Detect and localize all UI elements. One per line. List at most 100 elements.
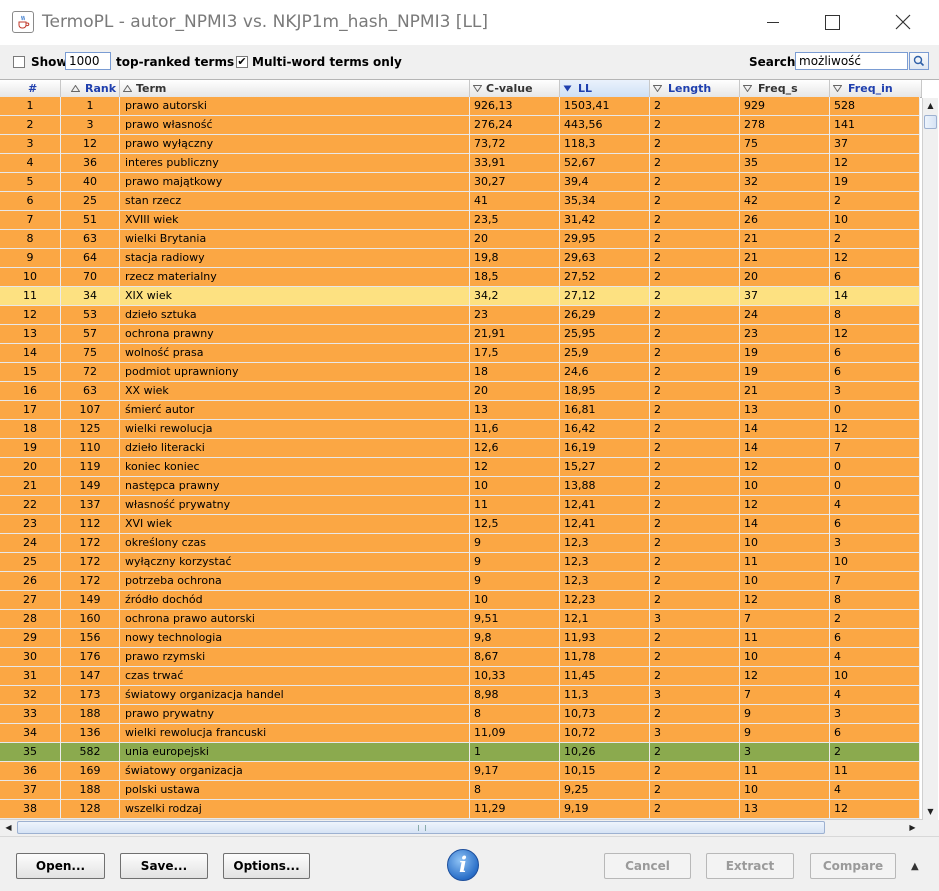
cell-ll: 11,45: [560, 667, 650, 686]
table-row[interactable]: 34 136 wielki rewolucja francuski 11,09 10,7…: [0, 724, 920, 743]
horizontal-scroll-thumb[interactable]: [17, 821, 825, 834]
table-row[interactable]: 22 137 własność prywatny 11 12,41 2 12 4: [0, 496, 920, 515]
table-row[interactable]: 32 173 światowy organizacja handel 8,98 11,3…: [0, 686, 920, 705]
table-row[interactable]: 36 169 światowy organizacja 9,17 10,15 2 11 11: [0, 762, 920, 781]
table-row[interactable]: 18 125 wielki rewolucja 11,6 16,42 2 14 12: [0, 420, 920, 439]
cell-term: źródło dochód: [120, 591, 470, 610]
cell-length: 2: [650, 325, 740, 344]
col-header-cvalue[interactable]: C-value: [470, 80, 560, 97]
sort-asc-icon: [123, 85, 132, 92]
options-button[interactable]: Options...: [223, 853, 310, 879]
cell-freq-in: 11: [830, 762, 920, 781]
cell-cvalue: 926,13: [470, 97, 560, 116]
vertical-scroll-thumb[interactable]: [924, 115, 937, 129]
cell-term: wielki rewolucja francuski: [120, 724, 470, 743]
cell-freq-in: 528: [830, 97, 920, 116]
table-row[interactable]: 14 75 wolność prasa 17,5 25,9 2 19 6: [0, 344, 920, 363]
cell-index: 17: [0, 401, 61, 420]
table-row[interactable]: 38 128 wszelki rodzaj 11,29 9,19 2 13 12: [0, 800, 920, 819]
table-row[interactable]: 19 110 dzieło literacki 12,6 16,19 2 14 7: [0, 439, 920, 458]
cancel-button[interactable]: Cancel: [604, 853, 691, 879]
cell-freq-in: 0: [830, 401, 920, 420]
col-header-freq-in[interactable]: Freq_in: [830, 80, 922, 97]
table-row[interactable]: 20 119 koniec koniec 12 15,27 2 12 0: [0, 458, 920, 477]
cell-freq-in: 10: [830, 667, 920, 686]
cell-freq-s: 929: [740, 97, 830, 116]
table-row[interactable]: 11 34 XIX wiek 34,2 27,12 2 37 14: [0, 287, 920, 306]
cell-ll: 10,73: [560, 705, 650, 724]
compare-button[interactable]: Compare: [810, 853, 896, 879]
open-button[interactable]: Open...: [16, 853, 105, 879]
col-header-ll[interactable]: LL: [560, 80, 650, 97]
table-row[interactable]: 24 172 określony czas 9 12,3 2 10 3: [0, 534, 920, 553]
scroll-right-arrow-icon[interactable]: ▶: [905, 820, 920, 836]
table-row[interactable]: 9 64 stacja radiowy 19,8 29,63 2 21 12: [0, 249, 920, 268]
vertical-scrollbar[interactable]: ▲ ▼: [922, 98, 938, 820]
table-row[interactable]: 15 72 podmiot uprawniony 18 24,6 2 19 6: [0, 363, 920, 382]
cell-length: 2: [650, 800, 740, 819]
cell-length: 2: [650, 287, 740, 306]
table-row[interactable]: 3 12 prawo wyłączny 73,72 118,3 2 75 37: [0, 135, 920, 154]
table-row[interactable]: 7 51 XVIII wiek 23,5 31,42 2 26 10: [0, 211, 920, 230]
save-button[interactable]: Save...: [120, 853, 208, 879]
cell-rank: 188: [61, 705, 120, 724]
cell-length: 2: [650, 667, 740, 686]
cell-freq-in: 19: [830, 173, 920, 192]
col-header-freq-s[interactable]: Freq_s: [740, 80, 830, 97]
cell-freq-in: 14: [830, 287, 920, 306]
table-row[interactable]: 10 70 rzecz materialny 18,5 27,52 2 20 6: [0, 268, 920, 287]
show-count-input[interactable]: 1000: [65, 52, 111, 70]
cell-freq-s: 75: [740, 135, 830, 154]
table-row[interactable]: 26 172 potrzeba ochrona 9 12,3 2 10 7: [0, 572, 920, 591]
table-row[interactable]: 16 63 XX wiek 20 18,95 2 21 3: [0, 382, 920, 401]
table-row[interactable]: 12 53 dzieło sztuka 23 26,29 2 24 8: [0, 306, 920, 325]
horizontal-scrollbar[interactable]: ◀ ▶: [0, 819, 922, 836]
cell-freq-in: 0: [830, 477, 920, 496]
table-row[interactable]: 17 107 śmierć autor 13 16,81 2 13 0: [0, 401, 920, 420]
info-icon[interactable]: i: [447, 849, 479, 881]
col-header-term[interactable]: Term: [120, 80, 470, 97]
table-row[interactable]: 29 156 nowy technologia 9,8 11,93 2 11 6: [0, 629, 920, 648]
table-row[interactable]: 6 25 stan rzecz 41 35,34 2 42 2: [0, 192, 920, 211]
table-row[interactable]: 35 582 unia europejski 1 10,26 2 3 2: [0, 743, 920, 762]
col-header-rank[interactable]: Rank: [61, 80, 120, 97]
table-row[interactable]: 31 147 czas trwać 10,33 11,45 2 12 10: [0, 667, 920, 686]
multiword-checkbox[interactable]: ✔: [236, 56, 248, 68]
search-button[interactable]: [909, 52, 929, 70]
table-row[interactable]: 33 188 prawo prywatny 8 10,73 2 9 3: [0, 705, 920, 724]
cell-length: 2: [650, 306, 740, 325]
collapse-arrow-icon[interactable]: ▲: [911, 861, 919, 872]
cell-index: 3: [0, 135, 61, 154]
cell-cvalue: 34,2: [470, 287, 560, 306]
scroll-left-arrow-icon[interactable]: ◀: [1, 820, 16, 836]
scroll-down-arrow-icon[interactable]: ▼: [923, 804, 938, 820]
table-row[interactable]: 1 1 prawo autorski 926,13 1503,41 2 929 528: [0, 97, 920, 116]
extract-button[interactable]: Extract: [706, 853, 794, 879]
col-header-index[interactable]: #: [0, 80, 61, 97]
cell-length: 2: [650, 439, 740, 458]
maximize-button[interactable]: [808, 0, 854, 45]
table-row[interactable]: 2 3 prawo własność 276,24 443,56 2 278 141: [0, 116, 920, 135]
table-row[interactable]: 21 149 następca prawny 10 13,88 2 10 0: [0, 477, 920, 496]
table-row[interactable]: 37 188 polski ustawa 8 9,25 2 10 4: [0, 781, 920, 800]
minimize-button[interactable]: [750, 0, 796, 45]
cell-cvalue: 20: [470, 230, 560, 249]
cell-freq-s: 10: [740, 648, 830, 667]
table-row[interactable]: 23 112 XVI wiek 12,5 12,41 2 14 6: [0, 515, 920, 534]
table-row[interactable]: 8 63 wielki Brytania 20 29,95 2 21 2: [0, 230, 920, 249]
table-row[interactable]: 25 172 wyłączny korzystać 9 12,3 2 11 10: [0, 553, 920, 572]
scroll-up-arrow-icon[interactable]: ▲: [923, 98, 938, 114]
table-row[interactable]: 27 149 źródło dochód 10 12,23 2 12 8: [0, 591, 920, 610]
table-row[interactable]: 4 36 interes publiczny 33,91 52,67 2 35 12: [0, 154, 920, 173]
close-button[interactable]: [880, 0, 926, 45]
search-input[interactable]: możliwość: [795, 52, 908, 70]
table-row[interactable]: 5 40 prawo majątkowy 30,27 39,4 2 32 19: [0, 173, 920, 192]
cell-term: interes publiczny: [120, 154, 470, 173]
table-row[interactable]: 13 57 ochrona prawny 21,91 25,95 2 23 12: [0, 325, 920, 344]
table-row[interactable]: 30 176 prawo rzymski 8,67 11,78 2 10 4: [0, 648, 920, 667]
cell-freq-s: 21: [740, 230, 830, 249]
show-checkbox[interactable]: [13, 56, 25, 68]
col-header-length[interactable]: Length: [650, 80, 740, 97]
table-row[interactable]: 28 160 ochrona prawo autorski 9,51 12,1 3 7 2: [0, 610, 920, 629]
cell-term: czas trwać: [120, 667, 470, 686]
